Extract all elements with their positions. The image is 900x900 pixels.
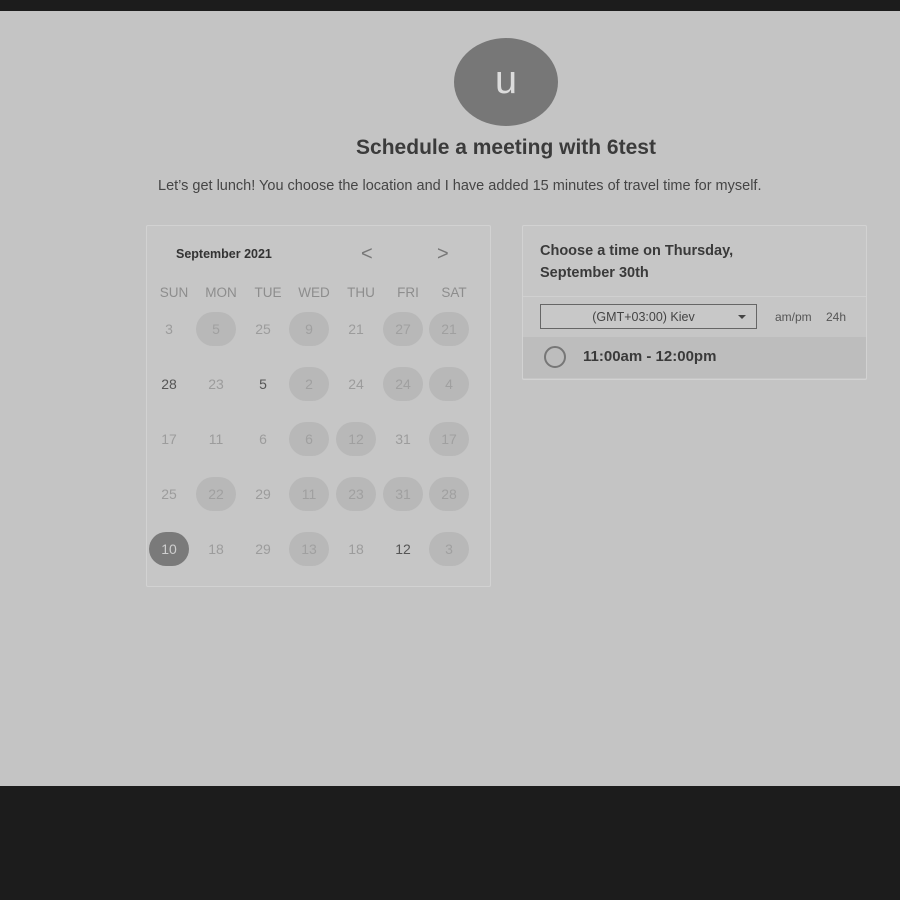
- time-slot[interactable]: 11:00am - 12:00pm: [523, 337, 866, 378]
- calendar-day[interactable]: 31: [383, 477, 423, 511]
- calendar-day: 31: [395, 431, 411, 447]
- page-title: Schedule a meeting with 6test: [356, 136, 656, 159]
- calendar-day[interactable]: 13: [289, 532, 329, 566]
- time-picker-heading: Choose a time on Thursday, September 30t…: [540, 243, 734, 281]
- calendar-day[interactable]: 5: [196, 312, 236, 346]
- calendar-day: 25: [161, 486, 177, 502]
- calendar-day[interactable]: 3: [429, 532, 469, 566]
- time-slot-label: 11:00am - 12:00pm: [583, 348, 717, 365]
- radio-button-icon[interactable]: [544, 346, 566, 368]
- calendar-day: 18: [348, 541, 364, 557]
- calendar-day[interactable]: 12: [336, 422, 376, 456]
- caret-down-icon: [738, 315, 746, 319]
- calendar-day[interactable]: 17: [429, 422, 469, 456]
- calendar-day: 5: [259, 376, 267, 392]
- calendar-day: 11: [208, 431, 224, 447]
- scheduling-page: u Schedule a meeting with 6test Let’s ge…: [0, 11, 900, 786]
- calendar-card: September 2021 < > SUN MON TUE WED THU FRI SAT…: [146, 225, 491, 587]
- calendar-day[interactable]: 9: [289, 312, 329, 346]
- calendar-day: 29: [255, 541, 271, 557]
- calendar-day: 21: [348, 321, 364, 337]
- calendar-day[interactable]: 24: [383, 367, 423, 401]
- calendar-grid: 3 5 25 9 21 27 21 28 23 5 2 24 24 4 17 11 6 6 12 31 17 25 22 29…: [147, 226, 490, 586]
- calendar-day: 29: [255, 486, 271, 502]
- timezone-select[interactable]: (GMT+03:00) Kiev: [540, 304, 757, 329]
- calendar-day[interactable]: 27: [383, 312, 423, 346]
- calendar-day[interactable]: 23: [336, 477, 376, 511]
- host-avatar: u: [454, 38, 558, 126]
- format-ampm-toggle[interactable]: am/pm: [775, 310, 812, 324]
- calendar-day: 12: [395, 541, 411, 557]
- calendar-day[interactable]: 22: [196, 477, 236, 511]
- calendar-day[interactable]: 6: [289, 422, 329, 456]
- time-picker-card: Choose a time on Thursday, September 30t…: [522, 225, 867, 380]
- calendar-day: 18: [208, 541, 224, 557]
- calendar-day: 24: [348, 376, 364, 392]
- calendar-day[interactable]: 4: [429, 367, 469, 401]
- calendar-day[interactable]: 28: [429, 477, 469, 511]
- calendar-day[interactable]: 21: [429, 312, 469, 346]
- calendar-day: 17: [161, 431, 177, 447]
- calendar-day: 6: [259, 431, 267, 447]
- calendar-day: 23: [208, 376, 224, 392]
- calendar-day: 25: [255, 321, 271, 337]
- meeting-description: Let’s get lunch! You choose the location…: [158, 178, 762, 194]
- calendar-day[interactable]: 11: [289, 477, 329, 511]
- calendar-day: 3: [165, 321, 173, 337]
- calendar-day-selected[interactable]: 10: [149, 532, 189, 566]
- divider: [523, 296, 866, 297]
- timezone-value: (GMT+03:00) Kiev: [592, 310, 695, 324]
- calendar-day[interactable]: 2: [289, 367, 329, 401]
- format-24h-toggle[interactable]: 24h: [826, 310, 846, 324]
- calendar-day: 28: [161, 376, 177, 392]
